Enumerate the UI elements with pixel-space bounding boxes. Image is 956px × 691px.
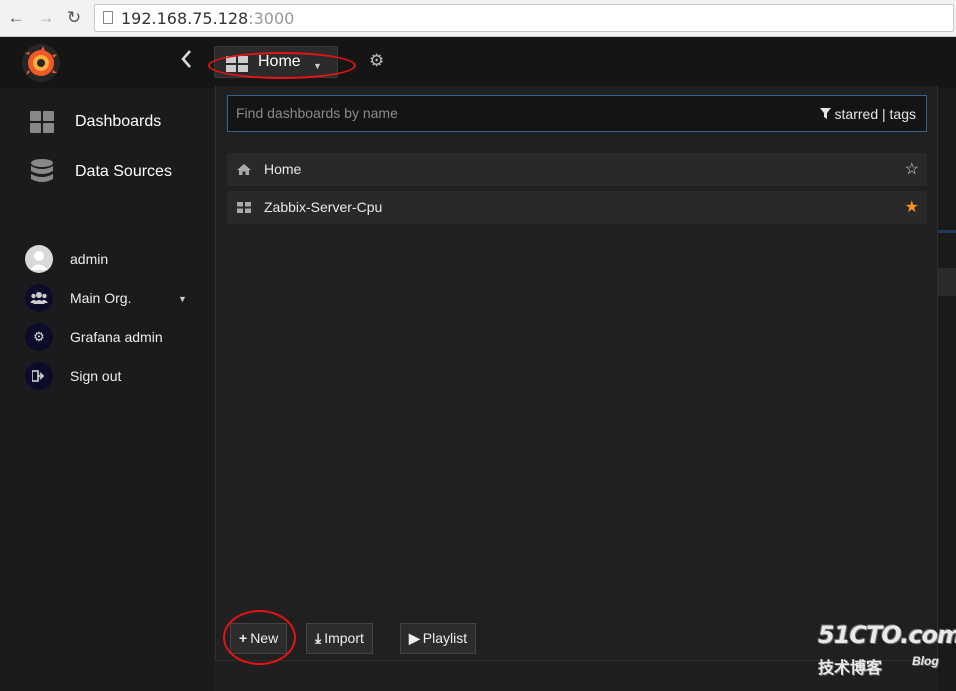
filter-starred[interactable]: starred: [835, 106, 879, 122]
sidebar: Dashboards Data Sources admin Main Org. …: [0, 88, 214, 691]
database-icon: [31, 159, 53, 182]
filter-separator: |: [882, 106, 886, 122]
star-outline-icon[interactable]: ☆: [905, 159, 919, 179]
org-name: Main Org.: [70, 290, 132, 306]
import-button[interactable]: ⤓ Import: [306, 623, 373, 654]
playlist-button[interactable]: ▶ Playlist: [400, 623, 477, 654]
star-filled-icon[interactable]: ★: [905, 197, 919, 217]
browser-toolbar: ← → ↻ 192.168.75.128:3000: [0, 0, 956, 37]
dashboard-name: Zabbix-Server-Cpu: [264, 199, 383, 215]
grid-icon: [237, 202, 251, 213]
filter-tags[interactable]: tags: [890, 106, 916, 122]
sidebar-org-switcher[interactable]: Main Org. ▼: [0, 284, 214, 320]
address-bar[interactable]: 192.168.75.128:3000: [94, 4, 954, 32]
dashboard-name: Home: [264, 161, 302, 177]
search-input[interactable]: [234, 104, 798, 122]
grafana-admin-label: Grafana admin: [70, 329, 163, 345]
forward-arrow-icon[interactable]: →: [36, 8, 56, 28]
gear-icon[interactable]: ⚙: [369, 51, 384, 71]
dashboard-search-dropdown: starred | tags Home ☆ Zabbix-Server-Cpu …: [215, 86, 938, 661]
home-icon: [237, 164, 251, 175]
sidebar-item-label: Data Sources: [75, 163, 172, 180]
page-icon: [103, 11, 113, 24]
filter-icon: [819, 108, 831, 119]
sidebar-user-profile[interactable]: admin: [0, 245, 214, 281]
avatar: [25, 245, 53, 273]
watermark-blog: Blog: [912, 654, 939, 668]
grid-icon: [30, 111, 54, 133]
watermark-subtitle: 技术博客: [818, 660, 883, 677]
grafana-logo-icon[interactable]: [22, 44, 60, 82]
sign-out-icon: [25, 362, 53, 390]
sidebar-item-data-sources[interactable]: Data Sources: [0, 153, 214, 193]
search-box: starred | tags: [227, 95, 927, 132]
search-filters: starred | tags: [819, 106, 916, 122]
annotation-circle: [208, 52, 356, 79]
users-icon: [25, 284, 53, 312]
sign-out-label: Sign out: [70, 368, 122, 384]
back-arrow-icon[interactable]: ←: [6, 8, 26, 28]
sidebar-sign-out[interactable]: Sign out: [0, 362, 214, 398]
download-icon: ⤓: [315, 630, 322, 646]
sidebar-item-dashboards[interactable]: Dashboards: [0, 103, 214, 143]
gear-icon: ⚙: [25, 323, 53, 351]
url-text: 192.168.75.128:3000: [121, 9, 295, 28]
chevron-left-icon[interactable]: [180, 49, 192, 75]
user-name: admin: [70, 251, 109, 267]
reload-icon[interactable]: ↻: [64, 8, 84, 28]
sidebar-grafana-admin[interactable]: ⚙ Grafana admin: [0, 323, 214, 359]
list-item[interactable]: Zabbix-Server-Cpu ★: [227, 191, 927, 224]
top-navbar: Home ▼ ⚙: [0, 37, 956, 88]
list-item[interactable]: Home ☆: [227, 153, 927, 186]
watermark-logo: 51CTO.com: [818, 621, 956, 649]
sidebar-item-label: Dashboards: [75, 113, 162, 130]
caret-down-icon: ▼: [178, 294, 187, 304]
dashboard-background: [938, 88, 956, 691]
annotation-circle: [223, 610, 296, 665]
play-icon: ▶: [409, 630, 420, 646]
